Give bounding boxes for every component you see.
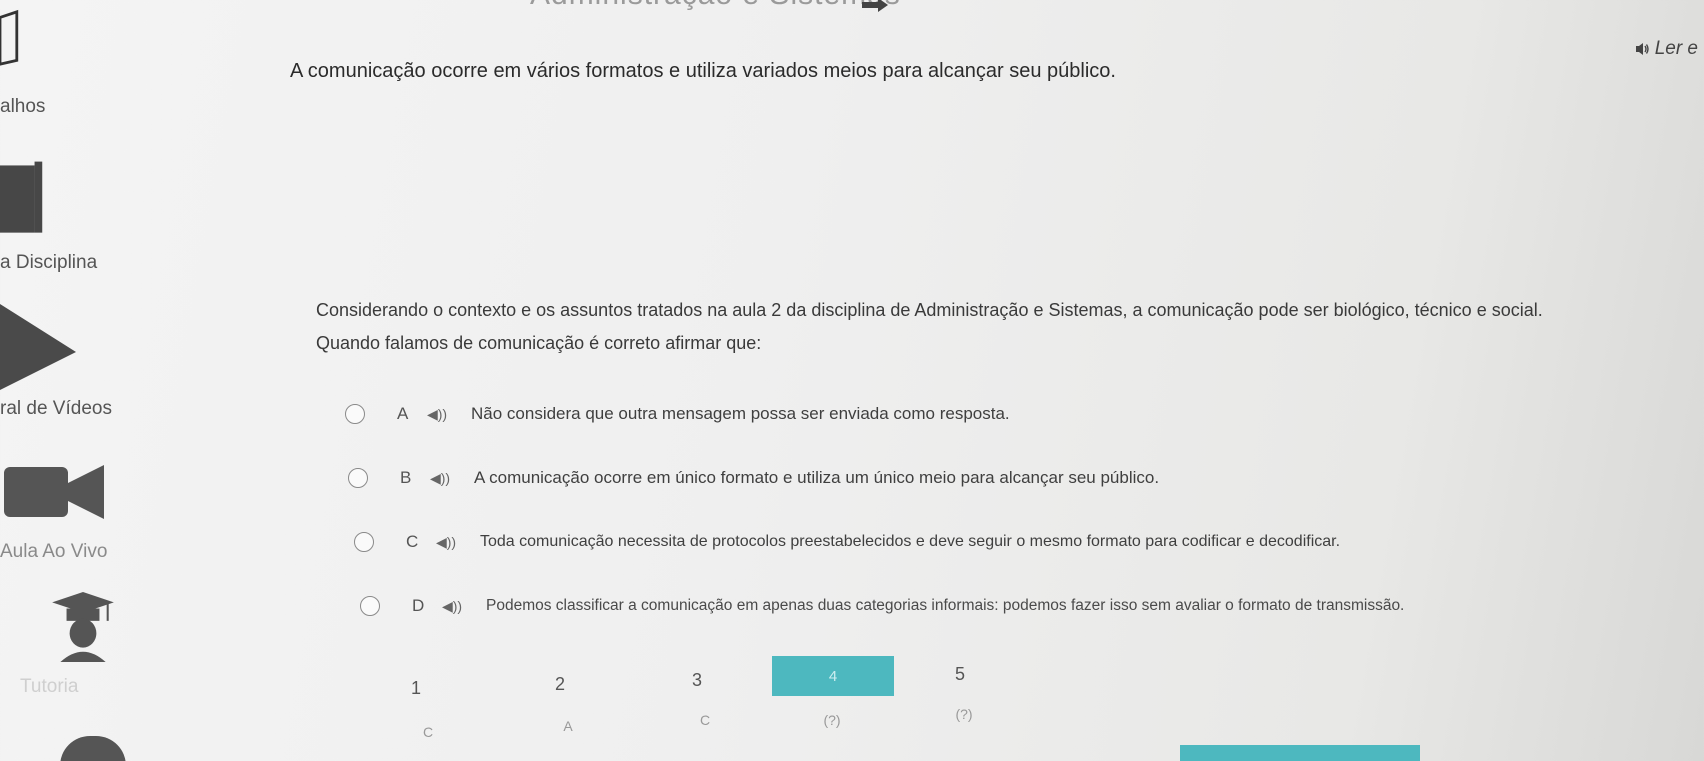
- sidebar-item-label: Aula Ao Vivo: [0, 541, 108, 562]
- option-d[interactable]: D ◀)) Podemos classificar a comunicação …: [360, 596, 1404, 616]
- sidebar-item-label: a Disciplina: [0, 252, 98, 273]
- speaker-icon: [1635, 43, 1649, 55]
- page-2-answer: A: [563, 718, 573, 734]
- sidebar-item-label: Tutoria: [20, 676, 79, 697]
- sidebar-item-tutoria[interactable]: Tutoria: [0, 590, 150, 700]
- question-line-2: Quando falamos de comunicação é correto …: [316, 333, 762, 353]
- option-letter: C: [406, 532, 419, 551]
- read-aloud-label: Ler e: [1654, 38, 1698, 59]
- page-1-answer: C: [422, 724, 434, 740]
- question-text: Considerando o contexto e os assuntos tr…: [316, 294, 1696, 360]
- video-camera-icon: [4, 465, 104, 519]
- question-line-1: Considerando o contexto e os assuntos tr…: [316, 300, 1543, 320]
- speaker-icon[interactable]: ◀)): [430, 470, 474, 487]
- course-title: Administração e Sistemas: [530, 0, 901, 12]
- page-4-label: 4: [828, 667, 838, 685]
- speaker-icon[interactable]: ◀)): [442, 598, 486, 615]
- intro-text: A comunicação ocorre em vários formatos …: [290, 60, 1116, 82]
- radio-button[interactable]: [345, 404, 365, 424]
- option-letter: A: [397, 404, 409, 423]
- option-text: Não considera que outra mensagem possa s…: [471, 404, 1010, 423]
- sidebar-item-label: alhos: [0, 96, 46, 117]
- option-letter: D: [412, 596, 425, 615]
- option-a[interactable]: A ◀)) Não considera que outra mensagem p…: [345, 404, 1010, 424]
- option-text: A comunicação ocorre em único formato e …: [474, 468, 1160, 487]
- sidebar-item-trabalhos[interactable]: alhos: [0, 0, 150, 120]
- page-3[interactable]: 3: [677, 670, 717, 691]
- radio-button[interactable]: [360, 596, 380, 616]
- notebook-icon: [0, 161, 43, 233]
- sidebar-item-label: ral de Vídeos: [0, 398, 112, 419]
- graduate-icon: [52, 592, 114, 662]
- page-5-answer: (?): [955, 706, 973, 722]
- option-letter: B: [400, 468, 412, 487]
- arrow-right-icon: [862, 0, 888, 12]
- page-4-current[interactable]: 4: [772, 656, 894, 696]
- radio-button[interactable]: [348, 468, 368, 488]
- option-text: Toda comunicação necessita de protocolos…: [480, 533, 1341, 550]
- option-text: Podemos classificar a comunicação em ape…: [486, 597, 1405, 614]
- radio-button[interactable]: [354, 532, 374, 552]
- sidebar-item-aula-ao-vivo[interactable]: Aula Ao Vivo: [0, 455, 150, 565]
- page-1[interactable]: 1: [396, 678, 436, 699]
- sidebar: alhos a Disciplina ral de Vídeos Aula Ao…: [0, 0, 150, 761]
- play-icon: [0, 304, 76, 390]
- speaker-icon[interactable]: ◀)): [427, 406, 471, 423]
- confirm-button[interactable]: [1180, 745, 1420, 761]
- read-aloud-button[interactable]: Ler e: [1635, 38, 1698, 60]
- sidebar-item-videos[interactable]: ral de Vídeos: [0, 300, 150, 430]
- option-c[interactable]: C ◀)) Toda comunicação necessita de prot…: [354, 532, 1340, 552]
- speaker-icon[interactable]: ◀)): [436, 534, 480, 551]
- page-4-answer: (?): [823, 712, 841, 728]
- page-5[interactable]: 5: [940, 664, 980, 685]
- option-b[interactable]: B ◀)) A comunicação ocorre em único form…: [348, 468, 1159, 488]
- book-icon: [0, 9, 19, 66]
- sidebar-item-disciplina[interactable]: a Disciplina: [0, 150, 150, 280]
- page-2[interactable]: 2: [540, 674, 580, 695]
- page-3-answer: C: [699, 712, 711, 728]
